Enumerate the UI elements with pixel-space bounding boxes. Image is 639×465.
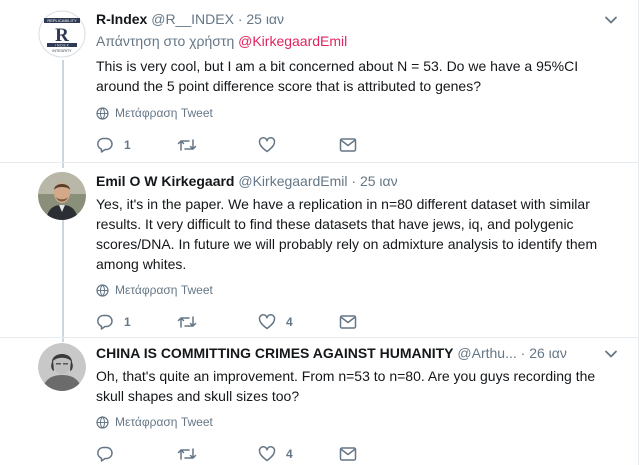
translate-link[interactable]: Μετάφραση Tweet [96, 414, 618, 430]
heart-icon [258, 446, 276, 462]
screenname[interactable]: @Arthu... [457, 345, 516, 361]
globe-icon [96, 106, 109, 120]
reply-icon [97, 446, 113, 462]
globe-icon [96, 415, 109, 429]
timestamp[interactable]: · 25 ιαν [238, 11, 284, 27]
tweet[interactable]: REPLICABILITY R I N D E X INTEGRITY R-In… [0, 0, 638, 163]
reply-count: 1 [124, 315, 131, 329]
retweet-icon [177, 139, 197, 151]
reply-icon [97, 137, 113, 153]
translate-link[interactable]: Μετάφραση Tweet [96, 105, 618, 121]
reply-button[interactable] [96, 445, 177, 463]
reply-button[interactable]: 1 [96, 136, 177, 154]
avatar-mid-text: I N D E X [55, 43, 69, 47]
tweet-text: This is very cool, but I am a bit concer… [96, 58, 579, 94]
retweet-icon [177, 448, 197, 460]
reply-prefix: Απάντηση στο χρήστη [96, 33, 235, 49]
tweet-text: Oh, that's quite an improvement. From n=… [96, 368, 596, 404]
tweet[interactable]: CHINA IS COMMITTING CRIMES AGAINST HUMAN… [0, 338, 638, 465]
heart-icon [258, 314, 276, 330]
tweet-text: Yes, it's in the paper. We have a replic… [96, 196, 598, 272]
reply-mention-link[interactable]: @KirkegaardEmil [238, 33, 347, 49]
retweet-button[interactable] [177, 445, 258, 463]
reply-count: 1 [124, 138, 131, 152]
fullname[interactable]: R-Index [96, 11, 147, 27]
retweet-button[interactable] [177, 313, 258, 331]
envelope-icon [339, 447, 357, 461]
like-button[interactable]: 4 [258, 313, 339, 331]
tweet-header: Emil O W Kirkegaard @KirkegaardEmil · 25… [96, 171, 618, 191]
screenname[interactable]: @R__INDEX [151, 11, 234, 27]
retweet-icon [177, 316, 197, 328]
timestamp[interactable]: · 26 ιαν [521, 345, 567, 361]
like-button[interactable]: 4 [258, 445, 339, 463]
avatar[interactable]: REPLICABILITY R I N D E X INTEGRITY [38, 10, 86, 58]
direct-message-button[interactable] [339, 136, 420, 154]
globe-icon [96, 283, 109, 297]
tweet-header: R-Index @R__INDEX · 25 ιαν [96, 9, 618, 29]
tweet-actions: 1 4 [96, 312, 618, 332]
direct-message-button[interactable] [339, 313, 420, 331]
r-index-logo-icon: REPLICABILITY R I N D E X INTEGRITY [38, 10, 86, 58]
tweet-header: CHINA IS COMMITTING CRIMES AGAINST HUMAN… [96, 343, 588, 363]
avatar-bottom-text: INTEGRITY [52, 49, 72, 53]
like-count: 4 [286, 315, 293, 329]
heart-icon [258, 137, 276, 153]
envelope-icon [339, 138, 357, 152]
conversation-thread: REPLICABILITY R I N D E X INTEGRITY R-In… [0, 0, 639, 465]
fullname[interactable]: Emil O W Kirkegaard [96, 173, 234, 189]
translate-link[interactable]: Μετάφραση Tweet [96, 282, 618, 298]
retweet-button[interactable] [177, 136, 258, 154]
direct-message-button[interactable] [339, 445, 420, 463]
tweet[interactable]: Emil O W Kirkegaard @KirkegaardEmil · 25… [0, 163, 638, 338]
profile-photo-icon [38, 343, 86, 391]
reply-icon [97, 314, 113, 330]
chevron-down-icon[interactable] [604, 347, 618, 361]
profile-photo-icon [38, 172, 86, 220]
tweet-actions: 4 [96, 444, 618, 464]
translate-label: Μετάφραση Tweet [115, 283, 213, 297]
reply-context: Απάντηση στο χρήστη @KirkegaardEmil [96, 32, 618, 50]
tweet-actions: 1 [96, 135, 618, 155]
like-button[interactable] [258, 136, 339, 154]
like-count: 4 [286, 447, 293, 461]
timestamp[interactable]: · 25 ιαν [351, 173, 397, 189]
fullname[interactable]: CHINA IS COMMITTING CRIMES AGAINST HUMAN… [96, 345, 454, 361]
chevron-down-icon[interactable] [604, 13, 618, 27]
envelope-icon [339, 315, 357, 329]
avatar[interactable] [38, 172, 86, 220]
screenname[interactable]: @KirkegaardEmil [238, 173, 347, 189]
translate-label: Μετάφραση Tweet [115, 415, 213, 429]
reply-button[interactable]: 1 [96, 313, 177, 331]
avatar[interactable] [38, 343, 86, 391]
avatar-top-text: REPLICABILITY [47, 18, 77, 23]
translate-label: Μετάφραση Tweet [115, 106, 213, 120]
